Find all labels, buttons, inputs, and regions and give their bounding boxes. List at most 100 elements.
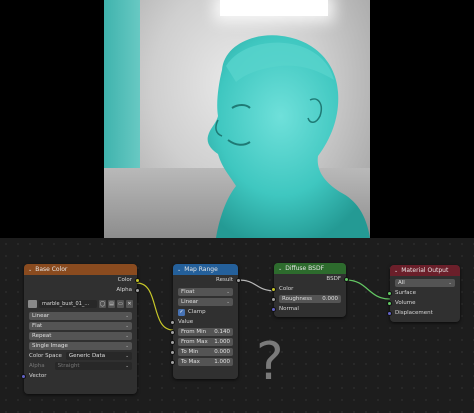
projection-dropdown[interactable]: Flat ⌄ xyxy=(29,322,132,330)
shader-socket-icon[interactable] xyxy=(387,300,392,306)
dropdown-chevron-icon: ⌄ xyxy=(125,343,129,349)
dropdown-chevron-icon: ⌄ xyxy=(226,289,230,295)
node-title: Base Color xyxy=(35,266,68,273)
to-max-row: To Max 1.000 xyxy=(170,357,238,367)
duplicate-image-icon[interactable]: ▤ xyxy=(108,299,115,308)
color-socket-icon[interactable] xyxy=(135,277,140,283)
float-socket-icon[interactable] xyxy=(271,296,276,302)
image-name-field[interactable]: marble_bust_01_... xyxy=(39,299,97,308)
output-result-row: Result xyxy=(173,275,241,285)
question-mark-overlay: ? xyxy=(256,332,284,392)
target-dropdown[interactable]: All ⌄ xyxy=(395,279,455,287)
input-label: Volume xyxy=(395,300,416,306)
material-output-node[interactable]: ⌄ Material Output All ⌄ Surface Volume Di… xyxy=(387,265,460,322)
float-socket-icon[interactable] xyxy=(170,349,175,355)
output-label: Result xyxy=(216,277,233,283)
displacement-input-row: Displacement xyxy=(387,308,460,318)
output-label: BSDF xyxy=(326,276,341,282)
clamp-checkbox[interactable]: ✓ xyxy=(178,308,185,316)
map-range-node-header[interactable]: ⌄ Map Range xyxy=(173,264,238,275)
material-output-node-header[interactable]: ⌄ Material Output xyxy=(390,265,460,276)
color-space-row: Color Space Generic Data ⌄ xyxy=(24,351,137,361)
source-dropdown[interactable]: Single Image ⌄ xyxy=(29,342,132,350)
alpha-label: Alpha xyxy=(29,363,45,369)
input-label: Color xyxy=(279,286,294,292)
vector-socket-icon[interactable] xyxy=(271,306,276,312)
output-label: Color xyxy=(117,277,132,283)
surface-input-row: Surface xyxy=(387,288,460,298)
data-type-row: Float ⌄ xyxy=(173,287,238,297)
interpolation-dropdown[interactable]: Linear ⌄ xyxy=(29,312,132,320)
interpolation-row: Linear ⌄ xyxy=(24,311,137,321)
vector-socket-icon[interactable] xyxy=(21,373,26,379)
roughness-field[interactable]: Roughness 0.000 xyxy=(279,295,341,303)
to-min-field[interactable]: To Min 0.000 xyxy=(178,348,233,356)
collapse-chevron-icon[interactable]: ⌄ xyxy=(177,267,181,273)
open-folder-icon[interactable]: ▭ xyxy=(117,299,124,308)
source-row: Single Image ⌄ xyxy=(24,341,137,351)
map-range-node[interactable]: ⌄ Map Range Result Float ⌄ Linear ⌄ ✓ Clam… xyxy=(170,264,241,379)
image-thumbnail-icon[interactable] xyxy=(28,299,37,308)
interpolation-type-row: Linear ⌄ xyxy=(173,297,238,307)
shader-socket-icon[interactable] xyxy=(387,290,392,296)
link-color-to-value xyxy=(136,282,174,331)
color-socket-icon[interactable] xyxy=(271,286,276,292)
node-title: Diffuse BSDF xyxy=(285,265,325,272)
to-max-field[interactable]: To Max 1.000 xyxy=(178,358,233,366)
to-min-row: To Min 0.000 xyxy=(170,347,238,357)
data-type-dropdown[interactable]: Float ⌄ xyxy=(178,288,233,296)
vector-input-row: Vector xyxy=(21,371,137,381)
image-selector: marble_bust_01_... ◯ ▤ ▭ ✕ xyxy=(24,298,137,309)
input-label: Vector xyxy=(29,373,47,379)
shader-node-editor[interactable]: ⌄ Base Color Color Alpha marble_bust_01_… xyxy=(0,238,474,413)
input-label: Normal xyxy=(279,306,299,312)
blender-window: ⌄ Base Color Color Alpha marble_bust_01_… xyxy=(0,0,474,413)
dropdown-chevron-icon: ⌄ xyxy=(125,333,129,339)
dropdown-chevron-icon: ⌄ xyxy=(125,363,129,369)
input-label: Value xyxy=(178,319,194,325)
extension-dropdown[interactable]: Repeat ⌄ xyxy=(29,332,132,340)
float-socket-icon[interactable] xyxy=(170,359,175,365)
input-label: Displacement xyxy=(395,310,433,316)
diffuse-bsdf-node-header[interactable]: ⌄ Diffuse BSDF xyxy=(274,263,346,274)
clamp-row: ✓ Clamp xyxy=(173,307,238,317)
collapse-chevron-icon[interactable]: ⌄ xyxy=(278,266,282,272)
from-max-field[interactable]: From Max 1.000 xyxy=(178,338,233,346)
target-row: All ⌄ xyxy=(390,278,460,288)
fake-user-shield-icon[interactable]: ◯ xyxy=(99,299,106,308)
image-texture-node-header[interactable]: ⌄ Base Color xyxy=(24,264,137,275)
extension-row: Repeat ⌄ xyxy=(24,331,137,341)
volume-input-row: Volume xyxy=(387,298,460,308)
float-socket-icon[interactable] xyxy=(236,277,241,283)
dropdown-chevron-icon: ⌄ xyxy=(125,313,129,319)
from-min-row: From Min 0.140 xyxy=(170,327,238,337)
node-title: Material Output xyxy=(401,267,449,274)
output-color-row: Color xyxy=(24,275,140,285)
output-label: Alpha xyxy=(116,287,132,293)
color-space-label: Color Space xyxy=(29,353,62,359)
alpha-mode-dropdown[interactable]: Straight ⌄ xyxy=(54,362,132,370)
collapse-chevron-icon[interactable]: ⌄ xyxy=(28,267,32,273)
float-socket-icon[interactable] xyxy=(170,339,175,345)
value-input-row: Value xyxy=(170,317,238,327)
render-viewport[interactable] xyxy=(104,0,370,238)
diffuse-bsdf-node[interactable]: ⌄ Diffuse BSDF BSDF Color Roughness 0.000… xyxy=(271,263,349,317)
dropdown-chevron-icon: ⌄ xyxy=(125,353,129,359)
output-bsdf-row: BSDF xyxy=(274,274,349,284)
shader-socket-icon[interactable] xyxy=(344,276,349,282)
float-socket-icon[interactable] xyxy=(135,287,140,293)
float-socket-icon[interactable] xyxy=(170,319,175,325)
collapse-chevron-icon[interactable]: ⌄ xyxy=(394,268,398,274)
normal-input-row: Normal xyxy=(271,304,346,314)
node-title: Map Range xyxy=(184,266,218,273)
projection-row: Flat ⌄ xyxy=(24,321,137,331)
marble-bust-render xyxy=(207,35,370,238)
vector-socket-icon[interactable] xyxy=(387,310,392,316)
link-bsdf-to-surface xyxy=(345,279,391,300)
color-space-dropdown[interactable]: Generic Data ⌄ xyxy=(65,352,132,360)
interpolation-type-dropdown[interactable]: Linear ⌄ xyxy=(178,298,233,306)
from-min-field[interactable]: From Min 0.140 xyxy=(178,328,233,336)
unlink-close-icon[interactable]: ✕ xyxy=(126,299,133,308)
float-socket-icon[interactable] xyxy=(170,329,175,335)
image-texture-node[interactable]: ⌄ Base Color Color Alpha marble_bust_01_… xyxy=(21,264,140,394)
